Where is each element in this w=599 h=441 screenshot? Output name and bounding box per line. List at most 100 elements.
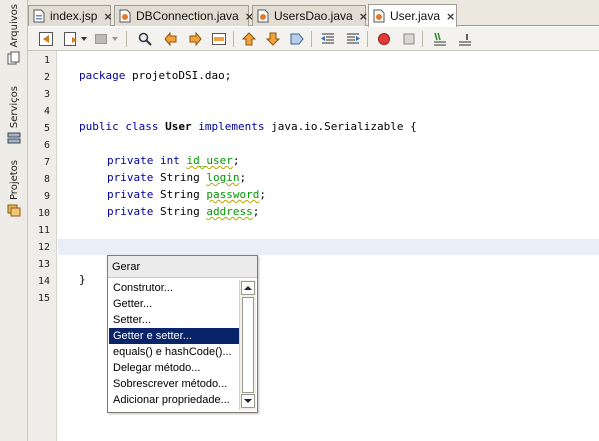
field-name: address xyxy=(206,205,253,218)
previous-bookmark-button[interactable] xyxy=(240,30,258,48)
option-constructor[interactable]: Construtor... xyxy=(109,280,239,296)
shift-left-icon xyxy=(321,33,334,44)
shift-right-icon xyxy=(347,33,360,44)
start-macro-button[interactable] xyxy=(375,30,393,48)
uncomment-icon xyxy=(459,34,471,46)
toolbar-separator xyxy=(422,31,423,47)
toolbar-separator xyxy=(126,31,127,47)
editor-tab-strip: index.jsp × DBConnection.java × UsersDao… xyxy=(28,0,599,27)
code-text: String xyxy=(153,171,207,184)
uncomment-button[interactable] xyxy=(456,30,474,48)
code-line-closing-brace: } xyxy=(79,273,86,286)
scroll-up-button[interactable] xyxy=(241,281,255,295)
stop-macro-button[interactable] xyxy=(400,30,418,48)
next-bookmark-button[interactable] xyxy=(264,30,282,48)
line-number-gutter: 1 2 3 4 5 6 7 8 9 10 11 12 13 14 15 xyxy=(28,51,57,441)
generate-code-popup: Gerar Construtor... Getter... Setter... … xyxy=(107,255,258,413)
line-number: 1 xyxy=(43,55,50,66)
code-line-package: package projetoDSI.dao; xyxy=(79,69,231,82)
next-bookmark-icon xyxy=(265,32,281,46)
close-icon[interactable]: × xyxy=(446,10,455,23)
popup-title: Gerar xyxy=(108,256,257,278)
line-number: 2 xyxy=(43,72,50,83)
toolbar-separator xyxy=(311,31,312,47)
java-file-icon xyxy=(257,9,269,23)
jsp-file-icon xyxy=(33,9,45,23)
code-text: String xyxy=(153,188,207,201)
option-override-method[interactable]: Sobrescrever método... xyxy=(109,376,239,392)
tab-index-jsp[interactable]: index.jsp × xyxy=(28,5,113,26)
toggle-highlight-icon xyxy=(212,33,226,45)
shift-left-button[interactable] xyxy=(319,30,337,48)
scroll-down-button[interactable] xyxy=(241,394,255,408)
line-number: 10 xyxy=(37,208,50,219)
line-number: 7 xyxy=(43,157,50,168)
option-delegate-method[interactable]: Delegar método... xyxy=(109,360,239,376)
code-text: java.io.Serializable { xyxy=(264,120,417,133)
side-tab-services[interactable]: Serviços xyxy=(2,86,26,145)
tab-usersdao-java[interactable]: UsersDao.java × xyxy=(252,5,368,26)
keyword: private int xyxy=(107,154,180,167)
field-name: id_user xyxy=(186,154,233,167)
find-previous-button[interactable] xyxy=(162,30,180,48)
java-file-icon xyxy=(373,9,385,23)
tab-dbconnection-java[interactable]: DBConnection.java × xyxy=(114,5,254,26)
last-edit-dropdown[interactable] xyxy=(79,30,89,48)
side-tab-label: Arquivos xyxy=(8,4,20,48)
line-number: 14 xyxy=(37,276,50,287)
dropdown-icon xyxy=(81,37,87,41)
dropdown-icon xyxy=(112,37,118,41)
code-text: ; xyxy=(239,171,247,184)
side-tab-projects[interactable]: Projetos xyxy=(2,160,26,217)
last-edit-button[interactable] xyxy=(62,30,80,48)
code-text: String xyxy=(153,205,207,218)
code-text: ; xyxy=(252,205,260,218)
code-text: ; xyxy=(232,154,240,167)
option-equals-hashcode[interactable]: equals() e hashCode()... xyxy=(109,344,239,360)
find-button[interactable] xyxy=(136,30,154,48)
field-name: password xyxy=(206,188,260,201)
keyword: implements xyxy=(198,120,265,133)
class-name: User xyxy=(165,120,192,133)
line-number: 12 xyxy=(37,242,50,253)
option-getter[interactable]: Getter... xyxy=(109,296,239,312)
option-getter-and-setter[interactable]: Getter e setter... xyxy=(109,328,239,344)
tab-label: DBConnection.java xyxy=(136,9,239,23)
back-button[interactable] xyxy=(37,30,55,48)
find-previous-icon xyxy=(164,31,177,47)
code-line-field-password: private String password; xyxy=(107,188,266,201)
popup-scrollbar[interactable] xyxy=(239,280,256,410)
scroll-thumb[interactable] xyxy=(242,297,254,393)
find-next-button[interactable] xyxy=(186,30,204,48)
toggle-bookmark-button[interactable] xyxy=(288,30,306,48)
keyword: package xyxy=(79,69,126,82)
stop-macro-icon xyxy=(403,33,415,45)
comment-button[interactable] xyxy=(431,30,449,48)
forward-button[interactable] xyxy=(92,30,110,48)
generate-options-list: Construtor... Getter... Setter... Getter… xyxy=(109,280,239,410)
toggle-bookmark-icon xyxy=(290,33,304,45)
side-tab-label: Projetos xyxy=(8,160,20,201)
tab-label: index.jsp xyxy=(50,9,98,23)
close-icon[interactable]: × xyxy=(359,10,368,23)
chevron-down-icon xyxy=(244,399,252,403)
option-setter[interactable]: Setter... xyxy=(109,312,239,328)
code-line-class-declaration: public class User implements java.io.Ser… xyxy=(79,120,417,133)
line-number: 15 xyxy=(37,293,50,304)
forward-dropdown[interactable] xyxy=(110,30,120,48)
line-number: 5 xyxy=(43,123,50,134)
close-icon[interactable]: × xyxy=(103,10,112,23)
side-tab-files[interactable]: Arquivos xyxy=(2,4,26,65)
shift-right-button[interactable] xyxy=(344,30,362,48)
option-add-property[interactable]: Adicionar propriedade... xyxy=(109,392,239,408)
toolbar-separator xyxy=(233,31,234,47)
side-panel: Arquivos Serviços Projetos xyxy=(0,0,28,441)
services-icon xyxy=(7,132,21,144)
tab-user-java[interactable]: User.java × xyxy=(368,4,457,27)
current-line-highlight xyxy=(58,239,599,255)
code-line-field-address: private String address; xyxy=(107,205,259,218)
toggle-highlight-button[interactable] xyxy=(210,30,228,48)
line-number: 9 xyxy=(43,191,50,202)
code-line-field-id-user: private int id_user; xyxy=(107,154,239,167)
editor-toolbar xyxy=(28,27,599,51)
